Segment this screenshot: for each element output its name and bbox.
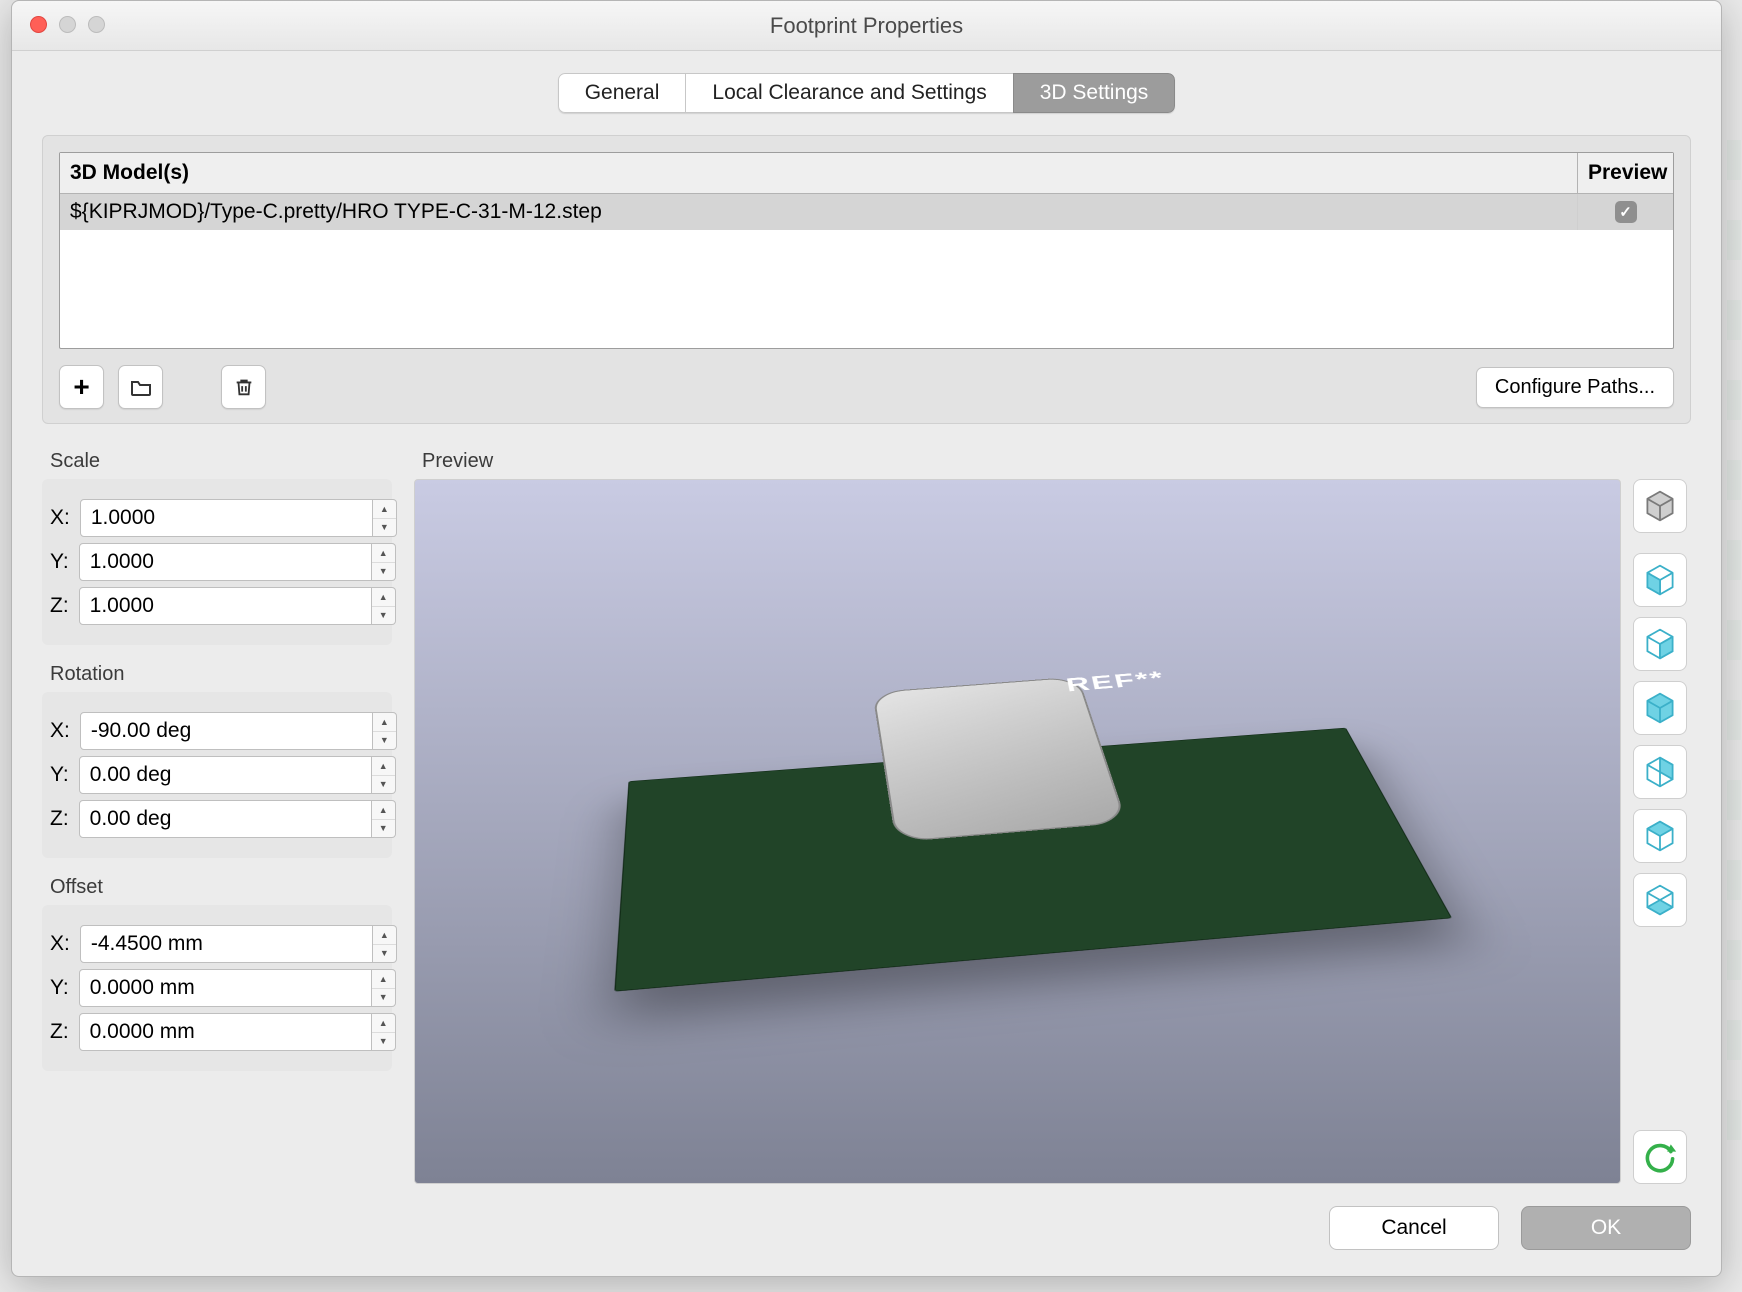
- models-empty-area: [60, 230, 1673, 348]
- rotation-z-stepper[interactable]: ▲▼: [372, 800, 396, 838]
- offset-y-stepper[interactable]: ▲▼: [372, 969, 396, 1007]
- tabbar: General Local Clearance and Settings 3D …: [12, 51, 1721, 113]
- rotation-x-label: X:: [50, 719, 70, 743]
- rotation-label: Rotation: [50, 663, 392, 686]
- rotation-x-stepper[interactable]: ▲▼: [373, 712, 397, 750]
- offset-panel: X: ▲▼ Y: ▲▼: [42, 905, 392, 1071]
- offset-y-input[interactable]: [79, 969, 372, 1007]
- configure-paths-button[interactable]: Configure Paths...: [1476, 367, 1674, 408]
- window-controls: [30, 16, 105, 33]
- view-left-button[interactable]: [1633, 553, 1687, 607]
- view-front-button[interactable]: [1633, 681, 1687, 735]
- refresh-icon: [1642, 1139, 1678, 1175]
- rotation-x-input[interactable]: [80, 712, 373, 750]
- rotation-y-stepper[interactable]: ▲▼: [372, 756, 396, 794]
- cube-iso-icon: [1642, 488, 1678, 524]
- rotation-y-label: Y:: [50, 763, 69, 787]
- offset-x-input[interactable]: [80, 925, 373, 963]
- view-iso-button[interactable]: [1633, 479, 1687, 533]
- plus-icon: +: [73, 371, 89, 403]
- offset-z-input[interactable]: [79, 1013, 372, 1051]
- tab-general[interactable]: General: [558, 73, 687, 113]
- browse-model-button[interactable]: [118, 365, 163, 409]
- model-path-cell[interactable]: ${KIPRJMOD}/Type-C.pretty/HRO TYPE-C-31-…: [60, 194, 1578, 230]
- models-header-preview: Preview: [1578, 153, 1673, 193]
- view-bottom-button[interactable]: [1633, 873, 1687, 927]
- view-buttons-column: [1633, 479, 1691, 1184]
- scale-y-input[interactable]: [79, 543, 372, 581]
- scale-z-label: Z:: [50, 594, 69, 618]
- models-header-path: 3D Model(s): [60, 153, 1578, 193]
- cube-back-icon: [1642, 754, 1678, 790]
- rotation-y-input[interactable]: [79, 756, 372, 794]
- background-editor-hint: [1727, 140, 1741, 1140]
- offset-y-label: Y:: [50, 976, 69, 1000]
- cube-bottom-icon: [1642, 882, 1678, 918]
- minimize-window-button[interactable]: [59, 16, 76, 33]
- preview-label: Preview: [422, 450, 1691, 473]
- scale-x-stepper[interactable]: ▲▼: [373, 499, 397, 537]
- delete-model-button[interactable]: [221, 365, 266, 409]
- ref-label-render: REF**: [1064, 667, 1167, 696]
- footprint-properties-dialog: Footprint Properties General Local Clear…: [11, 0, 1722, 1277]
- cube-right-icon: [1642, 626, 1678, 662]
- trash-icon: [233, 376, 255, 398]
- offset-x-stepper[interactable]: ▲▼: [373, 925, 397, 963]
- offset-z-stepper[interactable]: ▲▼: [372, 1013, 396, 1051]
- add-model-button[interactable]: +: [59, 365, 104, 409]
- titlebar: Footprint Properties: [12, 1, 1721, 51]
- folder-icon: [129, 375, 153, 399]
- offset-label: Offset: [50, 876, 392, 899]
- zoom-window-button[interactable]: [88, 16, 105, 33]
- models-table: 3D Model(s) Preview ${KIPRJMOD}/Type-C.p…: [59, 152, 1674, 349]
- model-preview-checkbox[interactable]: ✓: [1615, 201, 1637, 223]
- tab-3d-settings[interactable]: 3D Settings: [1013, 73, 1176, 113]
- cube-front-icon: [1642, 690, 1678, 726]
- offset-x-label: X:: [50, 932, 70, 956]
- cancel-button[interactable]: Cancel: [1329, 1206, 1499, 1250]
- close-window-button[interactable]: [30, 16, 47, 33]
- component-render: [873, 677, 1128, 843]
- view-right-button[interactable]: [1633, 617, 1687, 671]
- scale-x-label: X:: [50, 506, 70, 530]
- tab-local-clearance[interactable]: Local Clearance and Settings: [685, 73, 1013, 113]
- rotation-z-label: Z:: [50, 807, 69, 831]
- ok-button[interactable]: OK: [1521, 1206, 1691, 1250]
- cube-left-icon: [1642, 562, 1678, 598]
- scale-z-input[interactable]: [79, 587, 372, 625]
- view-top-button[interactable]: [1633, 809, 1687, 863]
- scale-label: Scale: [50, 450, 392, 473]
- window-title: Footprint Properties: [770, 13, 963, 39]
- models-row[interactable]: ${KIPRJMOD}/Type-C.pretty/HRO TYPE-C-31-…: [60, 194, 1673, 230]
- scale-x-input[interactable]: [80, 499, 373, 537]
- scale-panel: X: ▲▼ Y: ▲▼: [42, 479, 392, 645]
- models-panel: 3D Model(s) Preview ${KIPRJMOD}/Type-C.p…: [42, 135, 1691, 424]
- view-refresh-button[interactable]: [1633, 1130, 1687, 1184]
- 3d-preview-viewport[interactable]: REF**: [414, 479, 1621, 1184]
- cube-top-icon: [1642, 818, 1678, 854]
- view-back-button[interactable]: [1633, 745, 1687, 799]
- scale-z-stepper[interactable]: ▲▼: [372, 587, 396, 625]
- scale-y-stepper[interactable]: ▲▼: [372, 543, 396, 581]
- offset-z-label: Z:: [50, 1020, 69, 1044]
- rotation-panel: X: ▲▼ Y: ▲▼: [42, 692, 392, 858]
- dialog-footer: Cancel OK: [12, 1184, 1721, 1276]
- rotation-z-input[interactable]: [79, 800, 372, 838]
- scale-y-label: Y:: [50, 550, 69, 574]
